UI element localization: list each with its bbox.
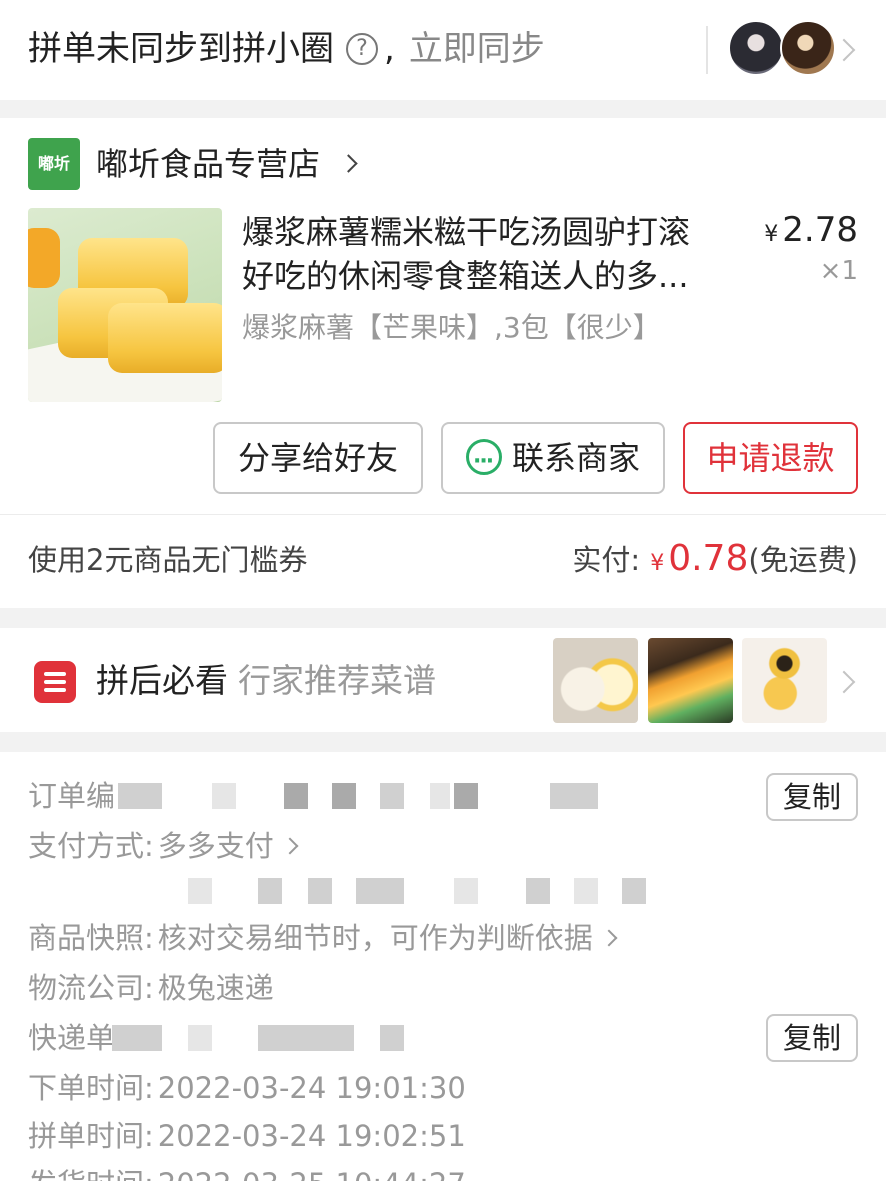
recipe-title[interactable]: 拼后必看 行家推荐菜谱 <box>96 658 436 704</box>
paid-note: (免运费) <box>748 543 858 577</box>
redacted-text <box>332 783 356 809</box>
order-time-value: 2022-03-24 19:01:30 <box>157 1071 466 1105</box>
avatar[interactable] <box>780 20 836 76</box>
contact-merchant-button[interactable]: 联系商家 <box>441 422 665 496</box>
wechat-icon <box>465 428 502 496</box>
chevron-right-icon <box>281 837 299 855</box>
redacted-text <box>356 878 404 904</box>
payment-value: 多多支付 <box>157 829 274 863</box>
snapshot-value: 核对交易细节时，可作为判断依据 <box>157 921 593 955</box>
order-number-row: 订单编 <box>28 774 115 818</box>
order-number-label: 订单编 <box>28 779 116 813</box>
redacted-text <box>574 878 598 904</box>
redacted-text <box>258 1025 354 1051</box>
product-title-line: 爆浆麻薯糯米糍干吃汤圆驴打滚 <box>242 213 691 251</box>
snapshot-label: 商品快照: <box>28 921 154 955</box>
redacted-text <box>258 878 282 904</box>
redacted-text <box>380 1025 404 1051</box>
redacted-text <box>284 783 308 809</box>
redacted-text <box>526 878 550 904</box>
product-quantity: ×1 <box>819 256 858 286</box>
paid-amount: 实付: ¥0.78(免运费) <box>572 536 858 587</box>
help-icon[interactable]: ? <box>346 33 378 65</box>
sync-notice-text: 拼单未同步到拼小圈 <box>28 29 334 69</box>
product-title-line: 好吃的休闲零食整箱送人的多... <box>242 257 689 295</box>
shop-name-link[interactable]: 嘟圻食品专营店 <box>96 142 320 186</box>
refund-button[interactable]: 申请退款 <box>683 422 858 494</box>
ship-time-value: 2022-03-25 10:44:27 <box>158 1167 466 1181</box>
chevron-right-icon <box>600 929 618 947</box>
redacted-text <box>118 783 162 809</box>
chevron-right-icon[interactable] <box>832 38 856 62</box>
divider <box>0 514 886 515</box>
recipe-subtitle: 行家推荐菜谱 <box>238 661 436 700</box>
courier-label: 物流公司: <box>28 971 154 1005</box>
redacted-text <box>308 878 332 904</box>
avatar[interactable] <box>728 20 784 76</box>
redacted-text <box>454 878 478 904</box>
redacted-text <box>430 783 450 809</box>
redacted-text <box>112 1025 162 1051</box>
share-button[interactable]: 分享给好友 <box>213 422 423 494</box>
group-time-row: 拼单时间: 2022-03-24 19:02:51 <box>28 1114 466 1158</box>
coupon-text: 使用2元商品无门槛券 <box>28 543 308 577</box>
tracking-label: 快递单 <box>28 1021 116 1055</box>
recipe-thumbnail[interactable] <box>648 638 733 723</box>
tracking-row: 快递单 <box>28 1016 115 1060</box>
courier-value: 极兔速递 <box>157 971 274 1005</box>
order-time-row: 下单时间: 2022-03-24 19:01:30 <box>28 1066 466 1110</box>
paid-label: 实付: <box>572 543 641 577</box>
recipe-heading: 拼后必看 <box>96 661 228 700</box>
copy-order-number-button[interactable]: 复制 <box>766 773 858 821</box>
shop-logo[interactable]: 嘟圻 <box>28 138 80 190</box>
product-spec: 爆浆麻薯【芒果味】,3包【很少】 <box>242 311 661 344</box>
sync-now-link[interactable]: 立即同步 <box>409 24 545 74</box>
ship-time-label: 发货时间: <box>28 1167 154 1181</box>
price-value: 2.78 <box>782 210 858 250</box>
group-time-value: 2022-03-24 19:02:51 <box>157 1119 466 1153</box>
paid-value: 0.78 <box>668 538 749 579</box>
snapshot-row[interactable]: 商品快照: 核对交易细节时，可作为判断依据 <box>28 916 618 960</box>
sync-separator: , <box>384 29 395 69</box>
divider <box>706 26 708 74</box>
redacted-text <box>212 783 236 809</box>
order-time-label: 下单时间: <box>28 1071 154 1105</box>
ship-time-row: 发货时间: 2022-03-25 10:44:27 <box>28 1162 466 1181</box>
redacted-text <box>380 783 404 809</box>
product-image[interactable] <box>28 208 222 402</box>
product-title[interactable]: 爆浆麻薯糯米糍干吃汤圆驴打滚 好吃的休闲零食整箱送人的多... <box>242 210 732 298</box>
recipe-thumbnail[interactable] <box>742 638 827 723</box>
redacted-text <box>188 878 212 904</box>
group-time-label: 拼单时间: <box>28 1119 154 1153</box>
payment-row[interactable]: 支付方式: 多多支付 <box>28 824 299 868</box>
redacted-text <box>622 878 646 904</box>
redacted-text <box>550 783 598 809</box>
redacted-text <box>454 783 478 809</box>
product-price: ¥2.78 <box>764 210 858 255</box>
contact-merchant-label: 联系商家 <box>511 439 640 477</box>
sync-bar[interactable]: 拼单未同步到拼小圈 ? , 立即同步 <box>0 0 886 100</box>
copy-tracking-number-button[interactable]: 复制 <box>766 1014 858 1062</box>
recipe-icon <box>34 661 76 703</box>
currency-symbol: ¥ <box>650 551 665 576</box>
payment-label: 支付方式: <box>28 829 154 863</box>
redacted-text <box>188 1025 212 1051</box>
courier-row: 物流公司: 极兔速递 <box>28 966 274 1010</box>
recipe-thumbnail[interactable] <box>553 638 638 723</box>
sync-notice[interactable]: 拼单未同步到拼小圈 ? , 立即同步 <box>28 24 545 74</box>
currency-symbol: ¥ <box>764 222 779 247</box>
